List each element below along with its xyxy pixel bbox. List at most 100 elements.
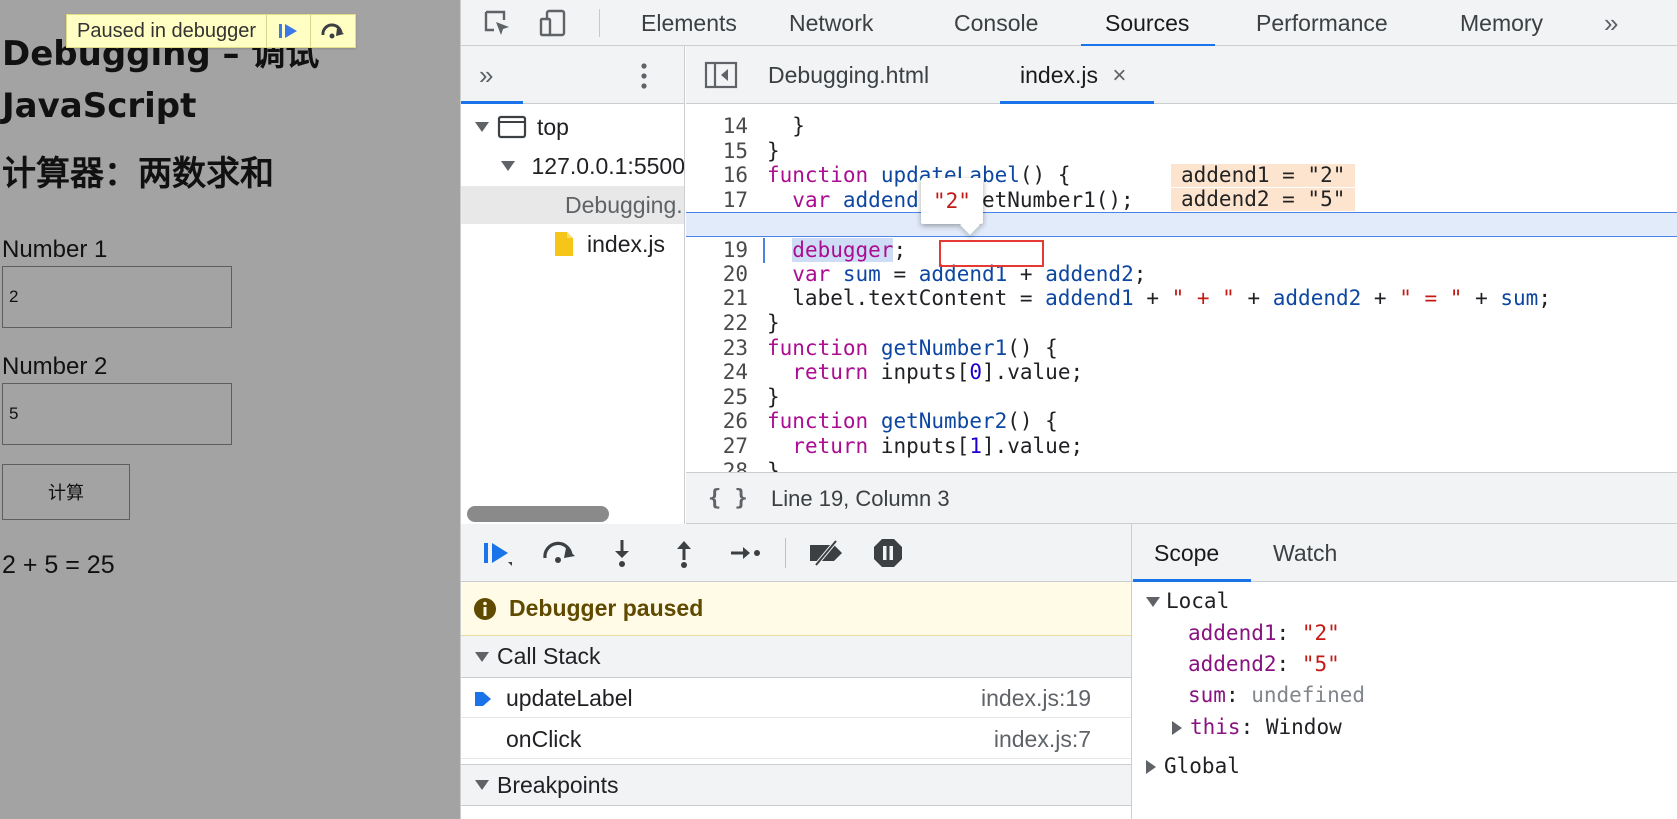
frame-location[interactable]: index.js:7 (994, 719, 1091, 759)
scope-local-label: Local (1166, 589, 1230, 613)
compute-button[interactable]: 计算 (2, 464, 130, 520)
expand-icon (1146, 760, 1156, 774)
overlay-resume-button[interactable] (267, 15, 312, 47)
call-frame-on-click[interactable]: onClick index.js:7 (461, 719, 1131, 759)
overlay-step-over-button[interactable] (311, 15, 355, 47)
frame-name: onClick (506, 726, 582, 752)
deactivate-breakpoints-icon (810, 539, 842, 567)
step-out-button[interactable] (661, 534, 707, 572)
scope-global[interactable]: Global (1146, 751, 1240, 782)
tab-performance[interactable]: Performance (1256, 0, 1388, 46)
call-stack-title: Call Stack (497, 643, 601, 669)
tab-network[interactable]: Network (789, 0, 873, 46)
number1-input[interactable] (2, 266, 232, 328)
tree-item-debugging-html[interactable]: Debugging.html (461, 186, 684, 224)
breakpoints-title: Breakpoints (497, 771, 619, 798)
code-line: 16 function updateLabel() { (722, 163, 1071, 187)
editor-tab-index-js[interactable]: index.js × (1020, 46, 1126, 104)
step-icon (731, 547, 760, 559)
page-preview: Debugging – 调试 JavaScript 计算器：两数求和 Numbe… (0, 0, 460, 819)
number2-label: Number 2 (2, 353, 108, 380)
tab-sources[interactable]: Sources (1080, 0, 1216, 47)
tab-console[interactable]: Console (954, 0, 1038, 46)
call-frame-update-label[interactable]: updateLabel index.js:19 (461, 678, 1131, 718)
cloud-icon (523, 165, 524, 167)
frame-location[interactable]: index.js:19 (981, 678, 1091, 718)
inspect-element-button[interactable] (477, 6, 517, 40)
navigator-more-button[interactable]: » (479, 46, 493, 104)
code-line: 22} (722, 311, 780, 335)
result-label: 2 + 5 = 25 (2, 551, 115, 579)
call-stack-header[interactable]: Call Stack (461, 636, 1131, 678)
tab-watch[interactable]: Watch (1273, 524, 1337, 582)
code-editor[interactable]: 14 } 15} 16 function updateLabel() { 17 v… (686, 104, 1677, 472)
pause-on-exceptions-button[interactable] (865, 534, 911, 572)
more-vertical-icon (641, 63, 647, 89)
tree-item-label: Debugging.html (565, 191, 684, 218)
var-name: sum (1188, 683, 1226, 707)
number2-input[interactable] (2, 383, 232, 445)
resume-button[interactable] (475, 534, 521, 572)
var-name: addend1 (1188, 621, 1277, 645)
hover-highlight (939, 240, 1044, 267)
code-line: 23 function getNumber1() { (722, 336, 1058, 360)
resume-icon (484, 543, 512, 566)
tab-elements[interactable]: Elements (641, 0, 737, 46)
more-tabs-button[interactable]: » (1604, 0, 1618, 46)
code-line: 28} (722, 459, 780, 472)
navigator-menu-button[interactable] (639, 62, 649, 90)
scope-var-addend1[interactable]: addend1: "2" (1188, 618, 1340, 649)
frame-icon (497, 115, 527, 139)
inline-value-addend2: addend2 = "5" (1171, 188, 1356, 211)
device-mode-icon (539, 9, 566, 37)
code-line-paused: 19 debugger; (686, 212, 1677, 263)
var-name: this (1190, 715, 1241, 739)
device-toolbar-button[interactable] (533, 6, 573, 40)
code-line: 14 } (722, 114, 805, 138)
breakpoints-header[interactable]: Breakpoints (461, 764, 1131, 806)
tree-item-index-js[interactable]: index.js (461, 225, 684, 263)
code-line: 24 return inputs[0].value; (722, 360, 1084, 384)
code-line: 26 function getNumber2() { (722, 409, 1058, 433)
step-into-button[interactable] (599, 534, 645, 572)
paused-in-debugger-overlay: Paused in debugger (66, 14, 357, 48)
step-into-icon (615, 540, 629, 567)
debugger-toolbar (461, 524, 1677, 582)
page-subtitle: 计算器：两数求和 (2, 154, 274, 194)
value-popover: "2" (921, 178, 983, 224)
pretty-print-button[interactable]: { } (708, 473, 748, 525)
toggle-navigator-button[interactable] (704, 60, 738, 90)
step-over-button[interactable] (537, 534, 583, 572)
devtools: Elements Network Console Sources Perform… (460, 0, 1677, 819)
step-button[interactable] (723, 534, 769, 572)
expand-icon (475, 122, 489, 132)
tab-scope[interactable]: Scope (1154, 524, 1219, 582)
collapse-icon (475, 651, 489, 662)
scope-var-this[interactable]: this: Window (1172, 712, 1342, 743)
info-icon (474, 597, 496, 620)
editor-tab-bar: Debugging.html index.js × (686, 46, 1677, 104)
close-tab-icon[interactable]: × (1112, 62, 1126, 89)
tree-item-origin[interactable]: 127.0.0.1:5500 (461, 147, 685, 185)
step-out-icon (677, 541, 691, 568)
scope-var-addend2[interactable]: addend2: "5" (1188, 649, 1340, 680)
scope-local[interactable]: Local (1146, 586, 1229, 617)
step-over-icon (543, 541, 575, 563)
editor-tab-debugging-html[interactable]: Debugging.html (768, 46, 929, 104)
cursor-position: Line 19, Column 3 (771, 486, 950, 511)
tree-item-label: 127.0.0.1:5500 (531, 152, 685, 179)
number1-label: Number 1 (2, 236, 108, 263)
tab-memory[interactable]: Memory (1460, 0, 1543, 46)
navigator-scrollbar[interactable] (467, 506, 609, 522)
var-value: "2" (1301, 621, 1340, 645)
current-frame-arrow-icon (475, 692, 491, 706)
debugger-paused-text: Debugger paused (509, 595, 704, 621)
scope-pane: Local addend1: "2" addend2: "5" sum: und… (1132, 582, 1677, 819)
tree-item-top[interactable]: top (461, 108, 684, 146)
scope-var-sum[interactable]: sum: undefined (1188, 680, 1365, 711)
deactivate-breakpoints-button[interactable] (803, 534, 849, 572)
debugger-paused-banner: Debugger paused (461, 582, 1131, 636)
debug-toolbar-separator (785, 538, 786, 568)
code-line: 18 var addend2 = getNumber2(); addend2 =… (686, 187, 1677, 236)
code-line: 17 var addend1 = getNumber1(); addend1 =… (686, 163, 1677, 212)
